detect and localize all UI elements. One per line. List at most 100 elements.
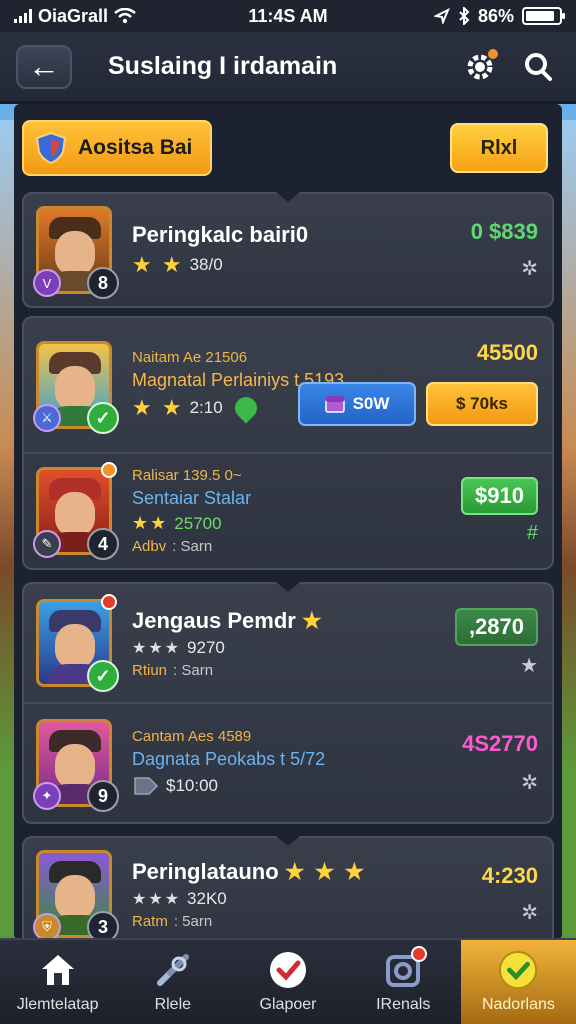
chest-icon xyxy=(324,396,345,413)
shield-icon xyxy=(35,131,67,165)
meta-label: Adbv xyxy=(132,538,167,555)
class-badge-icon: ⛨ xyxy=(33,913,61,940)
show-button-label: S0W xyxy=(352,394,390,413)
list-item[interactable]: V 8 Peringkalc bairi0 ★ ★ 38/0 0 $839 ✲ xyxy=(24,194,552,306)
check-circle-icon xyxy=(498,950,538,990)
avatar: ✓ xyxy=(36,594,119,692)
star-rating: ★ ★ xyxy=(132,252,184,277)
leaderboard-card: ✓ Jengaus Pemdr ★ ★★★ 9270 Rtiun : Sarn … xyxy=(22,582,554,824)
list-item[interactable]: ✓ Jengaus Pemdr ★ ★★★ 9270 Rtiun : Sarn … xyxy=(24,584,552,702)
camera-icon xyxy=(383,946,428,990)
sparkle-icon: ✲ xyxy=(521,772,538,795)
score-value: 25700 xyxy=(174,513,222,533)
class-badge-icon: ✦ xyxy=(33,782,61,810)
price-value: 4S2770 xyxy=(462,730,538,756)
page-title: Suslaing I irdamain xyxy=(108,52,338,80)
back-button[interactable]: ← xyxy=(16,44,72,89)
notification-dot xyxy=(488,48,498,59)
class-badge-icon: V xyxy=(33,269,61,297)
battery-percent: 86% xyxy=(477,5,514,26)
list-item[interactable]: ⚔ ✓ Naitam Ae 21506 Magnatal Perlainiys … xyxy=(24,318,552,452)
entry-info: Peringlatauno ★ ★ ★ ★★★ 32K0 Ratm : 5arn xyxy=(132,859,540,930)
next-button[interactable]: Rlxl xyxy=(450,123,548,173)
tag-icon xyxy=(134,777,159,795)
nav-label: Nadorlans xyxy=(481,996,555,1013)
list-item[interactable]: ✦ 9 Cantam Aes 4589 Dagnata Peokabs t 5/… xyxy=(24,702,552,822)
tab-active-label: Aositsa Bai xyxy=(78,136,193,159)
star-rating-small: ★★★ xyxy=(132,890,182,908)
status-right: 86% xyxy=(372,5,565,27)
leaderboard-panel: Aositsa Bai Rlxl V 8 Peringkalc bairi0 ★… xyxy=(14,104,562,940)
score-value: 38/0 xyxy=(189,255,223,274)
nav-label: Jlemtelatap xyxy=(16,996,99,1013)
check-badge-icon xyxy=(268,950,308,990)
star-rating: ★ ★ xyxy=(132,395,184,420)
meta-value: : 5arn xyxy=(173,912,213,930)
nav-item-tools[interactable]: Rlele xyxy=(115,940,230,1024)
star-rating: ★★ xyxy=(132,513,169,533)
level-badge: 4 xyxy=(87,528,119,560)
show-button[interactable]: S0W xyxy=(298,382,416,426)
entry-right: ,2870 ★ xyxy=(454,584,538,702)
class-badge-icon: ⚔ xyxy=(33,404,61,432)
tools-icon xyxy=(153,950,193,990)
wifi-icon xyxy=(114,8,136,24)
notification-dot xyxy=(411,946,428,962)
verified-check-icon: ✓ xyxy=(87,660,119,692)
notification-dot xyxy=(101,594,117,610)
settings-button[interactable] xyxy=(458,45,502,89)
entry-right: 4S2770 ✲ xyxy=(462,704,538,822)
level-badge: 8 xyxy=(87,267,119,299)
player-name-row: Peringlatauno ★ ★ ★ xyxy=(132,859,540,885)
star-rating: ★ xyxy=(301,607,324,633)
entry-right: 4:230 ✲ xyxy=(482,838,538,940)
nav-item-active[interactable]: Nadorlans xyxy=(460,940,576,1024)
entry-right: 0 $839 ✲ xyxy=(471,194,538,306)
avatar: ✦ 9 xyxy=(33,719,119,812)
list-item[interactable]: ⛨ 3 Peringlatauno ★ ★ ★ ★★★ 32K0 Ratm : … xyxy=(24,838,552,940)
price-value: $910 xyxy=(461,477,538,516)
price-value: 45500 xyxy=(476,340,538,365)
nav-label: Glapoer xyxy=(259,996,317,1013)
star-rating-small: ★★★ xyxy=(132,639,182,657)
nav-item-home[interactable]: Jlemtelatap xyxy=(0,940,115,1024)
nav-label: IRenals xyxy=(376,996,431,1013)
rating-row: ★★★ 32K0 xyxy=(132,889,540,909)
score-value: $10:00 xyxy=(166,776,218,795)
back-arrow-icon: ← xyxy=(28,48,60,84)
list-item[interactable]: ✎ 4 Ralisar 139.5 0~ Sentaiar Stalar ★★ … xyxy=(24,452,552,568)
entry-right: 45500 S0W $ 70ks xyxy=(298,318,538,452)
buy-button[interactable]: $ 70ks xyxy=(426,382,538,426)
signal-icon xyxy=(14,9,32,23)
location-pin-icon xyxy=(230,392,262,424)
meta-value: : Sarn xyxy=(173,661,214,679)
filter-row: Aositsa Bai Rlxl xyxy=(22,112,554,184)
nav-item-rentals[interactable]: IRenals xyxy=(346,940,461,1024)
hash-icon: # xyxy=(526,521,538,544)
leaderboard-card: V 8 Peringkalc bairi0 ★ ★ 38/0 0 $839 ✲ xyxy=(22,192,554,308)
notification-dot xyxy=(101,462,117,478)
meta-label: Rtiun xyxy=(132,661,168,679)
home-icon xyxy=(38,950,78,990)
price-value: 4:230 xyxy=(481,863,538,889)
nav-label: Rlele xyxy=(154,996,192,1013)
leaderboard-card: ⚔ ✓ Naitam Ae 21506 Magnatal Perlainiys … xyxy=(22,316,554,570)
price-value: ,2870 xyxy=(454,607,538,646)
avatar: V 8 xyxy=(33,206,119,299)
location-icon xyxy=(433,8,450,24)
level-badge: 3 xyxy=(87,911,119,940)
status-bar: OiaGrall 11:4S AM 86% xyxy=(0,0,576,32)
nav-item-play[interactable]: Glapoer xyxy=(230,940,345,1024)
battery-icon xyxy=(522,7,565,25)
carrier-name: OiaGrall xyxy=(38,5,109,26)
carrier-group: OiaGrall xyxy=(14,6,204,27)
favorite-star-icon[interactable]: ★ xyxy=(520,653,538,678)
meta-value: : Sarn xyxy=(172,538,213,555)
entry-right: $910 # xyxy=(461,454,538,568)
price-value: 0 $839 xyxy=(470,219,538,245)
player-name: Jengaus Pemdr xyxy=(132,607,296,633)
tab-active[interactable]: Aositsa Bai xyxy=(22,120,212,176)
search-button[interactable] xyxy=(516,45,560,89)
avatar: ⚔ ✓ xyxy=(33,341,119,434)
avatar: ⛨ 3 xyxy=(33,850,119,940)
